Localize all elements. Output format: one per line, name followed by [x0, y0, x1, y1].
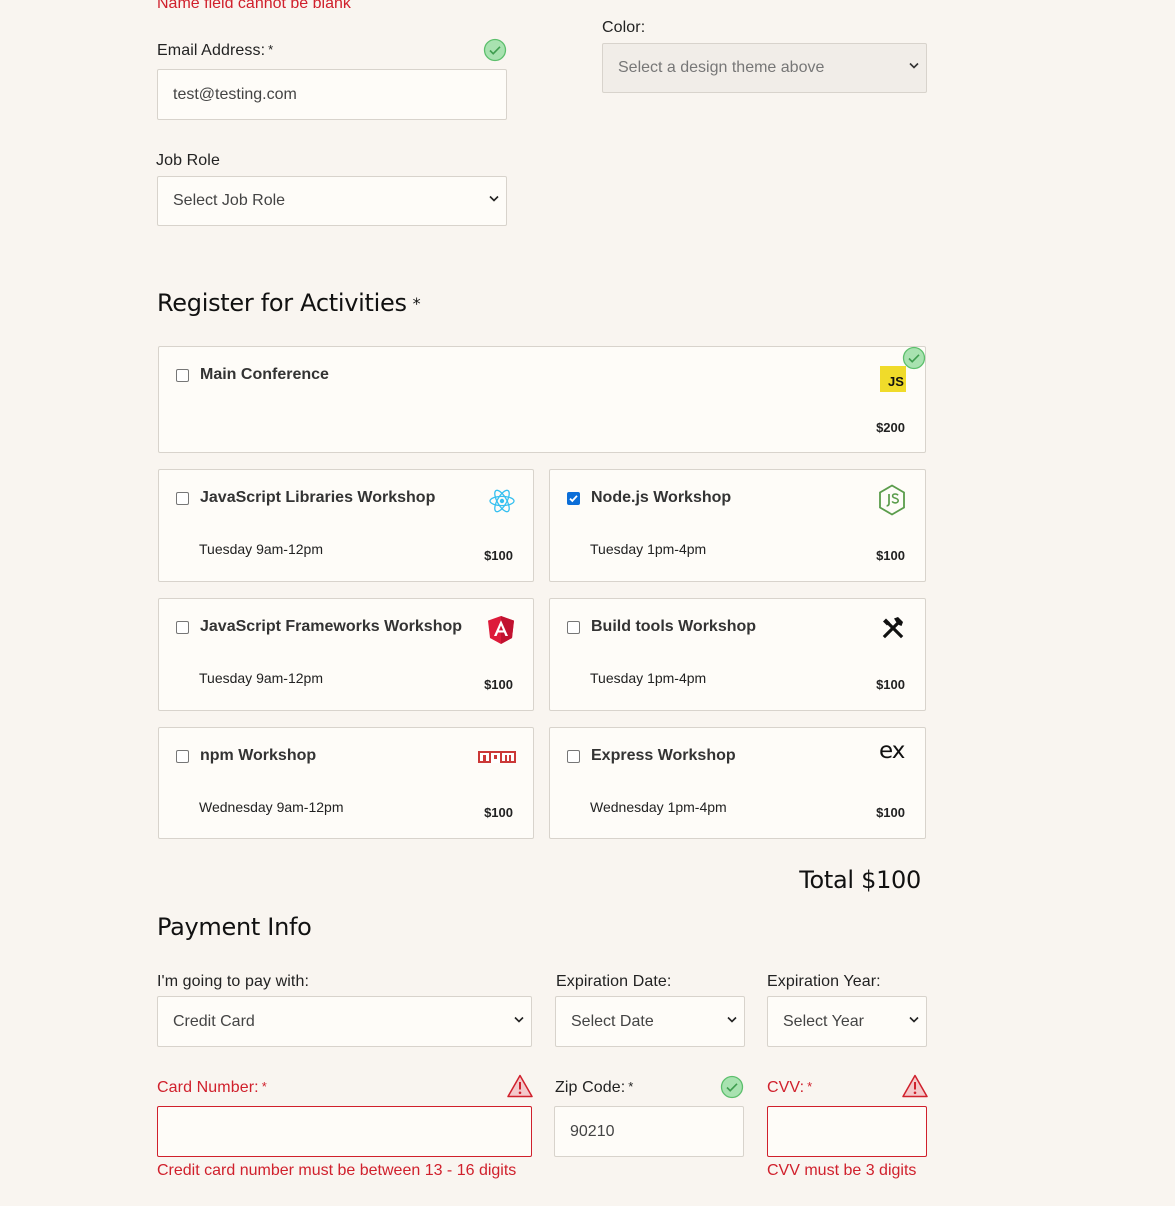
- required-asterisk: *: [261, 1079, 267, 1094]
- warning-icon: [507, 1074, 533, 1103]
- activity-npm[interactable]: npm Workshop Wednesday 9am-12pm $100: [158, 727, 534, 839]
- valid-check-icon: [483, 38, 507, 67]
- cvv-label: CVV: *: [767, 1079, 812, 1097]
- job-role-selected: Select Job Role: [173, 192, 286, 209]
- total-cost: Total $100: [799, 866, 921, 894]
- activity-price: $100: [876, 548, 905, 563]
- activity-checkbox[interactable]: [567, 621, 580, 634]
- name-error-message: Name field cannot be blank: [157, 0, 351, 12]
- activities-heading: Register for Activities *: [157, 289, 421, 317]
- activity-time: Wednesday 1pm-4pm: [590, 799, 727, 815]
- activity-price: $100: [876, 805, 905, 820]
- chevron-down-icon: [514, 1016, 524, 1024]
- email-field[interactable]: test@testing.com: [157, 69, 507, 120]
- activity-checkbox[interactable]: [176, 492, 189, 505]
- activity-price: $100: [484, 677, 513, 692]
- activity-time: Tuesday 1pm-4pm: [590, 541, 707, 557]
- activity-time: Tuesday 1pm-4pm: [590, 670, 707, 686]
- activity-express[interactable]: Express Workshop ex Wednesday 1pm-4pm $1…: [549, 727, 926, 839]
- exp-year-selected: Select Year: [783, 1012, 864, 1030]
- payment-heading: Payment Info: [157, 913, 312, 941]
- zip-code-label: Zip Code: *: [555, 1079, 633, 1097]
- angular-logo-icon: [487, 615, 515, 650]
- chevron-down-icon: [909, 1016, 919, 1024]
- email-value: test@testing.com: [173, 85, 297, 103]
- cvv-field[interactable]: [767, 1106, 927, 1157]
- card-number-field[interactable]: [157, 1106, 532, 1157]
- activity-time: Tuesday 9am-12pm: [199, 541, 323, 557]
- chevron-down-icon: [909, 62, 919, 70]
- payment-method-label: I'm going to pay with:: [157, 973, 309, 990]
- email-label-text: Email Address:: [157, 42, 266, 59]
- activity-name: Node.js Workshop: [591, 489, 732, 506]
- activity-time: Wednesday 9am-12pm: [199, 799, 344, 815]
- activity-price: $100: [484, 548, 513, 563]
- email-label: Email Address: *: [157, 42, 273, 60]
- required-asterisk: *: [412, 294, 421, 313]
- activity-js-libraries[interactable]: JavaScript Libraries Workshop Tuesday 9a…: [158, 469, 534, 582]
- activity-name: Build tools Workshop: [591, 618, 757, 635]
- activity-time: Tuesday 9am-12pm: [199, 670, 323, 686]
- warning-icon: [902, 1074, 928, 1103]
- activity-price: $100: [876, 677, 905, 692]
- job-role-select[interactable]: Select Job Role: [157, 176, 507, 226]
- valid-check-icon: [720, 1075, 744, 1104]
- color-selected: Select a design theme above: [618, 59, 825, 76]
- color-label: Color:: [602, 19, 646, 36]
- activity-name: npm Workshop: [200, 747, 317, 764]
- activity-price: $200: [876, 420, 905, 435]
- activity-name: Express Workshop: [591, 747, 736, 764]
- payment-method-select[interactable]: Credit Card: [157, 996, 532, 1047]
- activity-main-conference[interactable]: Main Conference JS $200: [158, 346, 926, 453]
- activity-js-frameworks[interactable]: JavaScript Frameworks Workshop Tuesday 9…: [158, 598, 534, 711]
- exp-date-label: Expiration Date:: [556, 973, 672, 990]
- express-logo-icon: ex: [879, 738, 905, 764]
- zip-code-value: 90210: [570, 1122, 615, 1140]
- chevron-down-icon: [727, 1016, 737, 1024]
- exp-year-select[interactable]: Select Year: [767, 996, 927, 1047]
- zip-code-field[interactable]: 90210: [554, 1106, 744, 1157]
- card-number-error-message: Credit card number must be between 13 - …: [157, 1162, 517, 1179]
- react-logo-icon: [488, 487, 516, 520]
- activity-price: $100: [484, 805, 513, 820]
- zip-code-label-text: Zip Code:: [555, 1079, 626, 1096]
- card-number-label: Card Number: *: [157, 1079, 267, 1097]
- activity-name: JavaScript Frameworks Workshop: [200, 618, 463, 635]
- activity-name: JavaScript Libraries Workshop: [200, 489, 436, 506]
- chevron-down-icon: [489, 195, 499, 203]
- cvv-error-message: CVV must be 3 digits: [767, 1162, 917, 1179]
- activities-valid-check-icon: [902, 346, 926, 375]
- activity-nodejs[interactable]: Node.js Workshop Tuesday 1pm-4pm $100: [549, 469, 926, 582]
- card-number-label-text: Card Number:: [157, 1079, 259, 1096]
- activity-checkbox[interactable]: [176, 369, 189, 382]
- exp-date-selected: Select Date: [571, 1012, 654, 1030]
- activity-checkbox-checked[interactable]: [567, 492, 580, 505]
- activity-name: Main Conference: [200, 366, 329, 383]
- activity-checkbox[interactable]: [567, 750, 580, 763]
- color-select[interactable]: Select a design theme above: [602, 43, 927, 93]
- job-role-label: Job Role: [156, 152, 220, 169]
- exp-year-label: Expiration Year:: [767, 973, 881, 990]
- required-asterisk: *: [807, 1079, 813, 1094]
- exp-date-select[interactable]: Select Date: [555, 996, 745, 1047]
- nodejs-logo-icon: [878, 484, 906, 521]
- npm-logo-icon: [478, 751, 516, 770]
- activity-build-tools[interactable]: Build tools Workshop Tuesday 1pm-4pm $10…: [549, 598, 926, 711]
- activity-checkbox[interactable]: [176, 750, 189, 763]
- build-tools-icon: [880, 615, 906, 646]
- activities-heading-text: Register for Activities: [157, 289, 407, 317]
- required-asterisk: *: [268, 42, 274, 57]
- payment-method-selected: Credit Card: [173, 1012, 255, 1030]
- activity-checkbox[interactable]: [176, 621, 189, 634]
- cvv-label-text: CVV:: [767, 1079, 805, 1096]
- required-asterisk: *: [628, 1079, 634, 1094]
